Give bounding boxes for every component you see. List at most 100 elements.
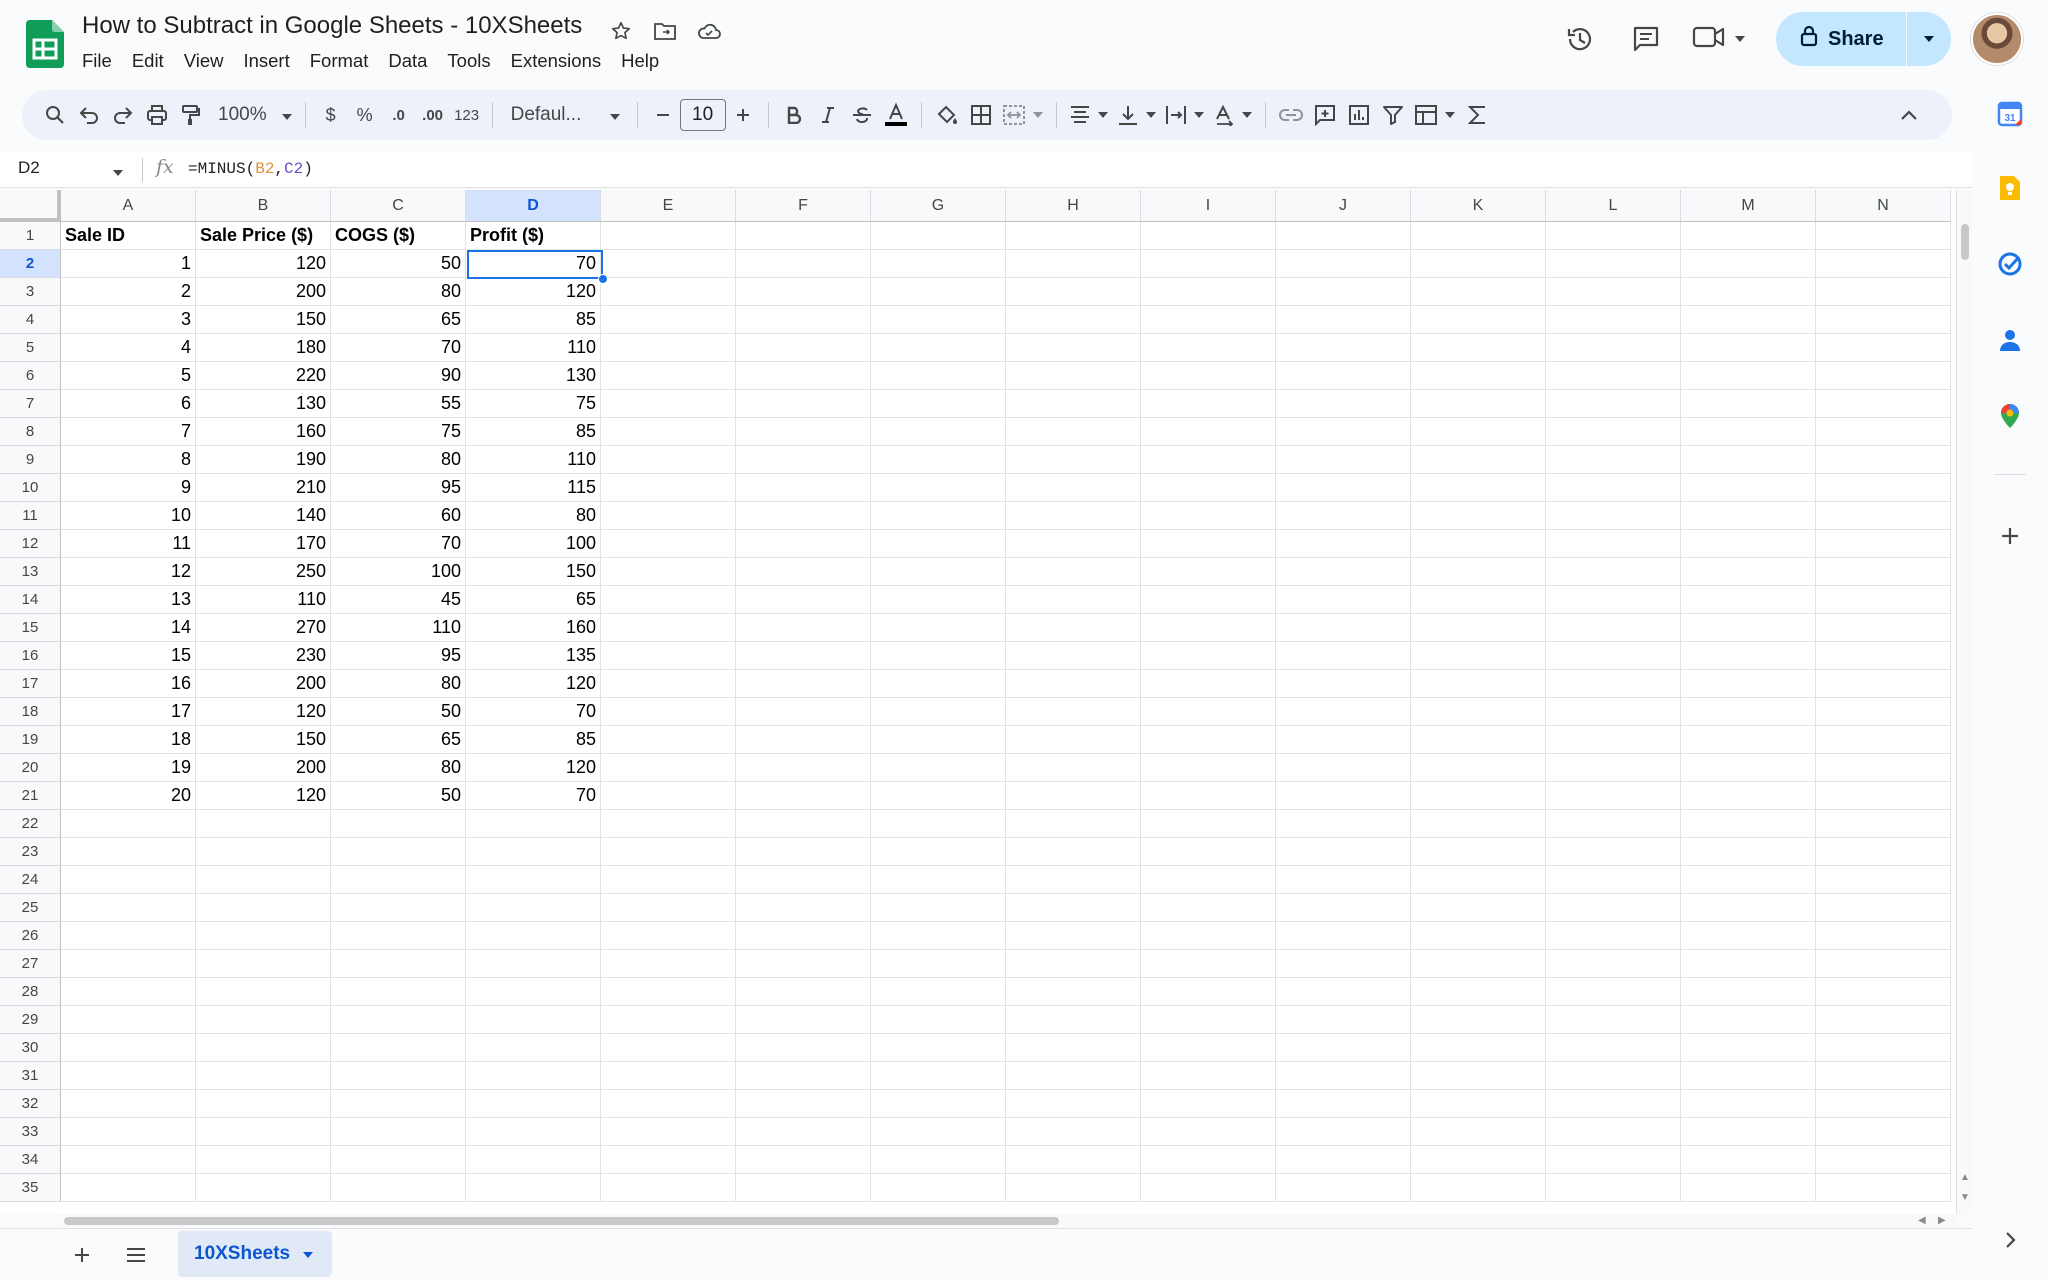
cell-j19[interactable]: [1276, 726, 1411, 754]
cell-a34[interactable]: [61, 1146, 196, 1174]
cell-g35[interactable]: [871, 1174, 1006, 1202]
cell-e18[interactable]: [601, 698, 736, 726]
row-header[interactable]: 3: [0, 278, 61, 306]
cell-g17[interactable]: [871, 670, 1006, 698]
cell-b30[interactable]: [196, 1034, 331, 1062]
tasks-icon[interactable]: [1994, 248, 2026, 280]
cell-i17[interactable]: [1141, 670, 1276, 698]
cell-f11[interactable]: [736, 502, 871, 530]
cell-k21[interactable]: [1411, 782, 1546, 810]
cell-l30[interactable]: [1546, 1034, 1681, 1062]
cell-j35[interactable]: [1276, 1174, 1411, 1202]
cell-k10[interactable]: [1411, 474, 1546, 502]
cell-n35[interactable]: [1816, 1174, 1951, 1202]
cell-h17[interactable]: [1006, 670, 1141, 698]
cell-l33[interactable]: [1546, 1118, 1681, 1146]
cell-a3[interactable]: 2: [61, 278, 196, 306]
cell-d10[interactable]: 115: [466, 474, 601, 502]
cell-l9[interactable]: [1546, 446, 1681, 474]
cell-h9[interactable]: [1006, 446, 1141, 474]
cell-d7[interactable]: 75: [466, 390, 601, 418]
cell-d24[interactable]: [466, 866, 601, 894]
font-size-input[interactable]: 10: [679, 99, 726, 131]
column-header-d[interactable]: D: [466, 190, 601, 222]
cell-m31[interactable]: [1681, 1062, 1816, 1090]
cell-f8[interactable]: [736, 418, 871, 446]
bold-icon[interactable]: [777, 95, 811, 135]
fill-handle[interactable]: [598, 274, 608, 284]
cell-n18[interactable]: [1816, 698, 1951, 726]
cell-b4[interactable]: 150: [196, 306, 331, 334]
cell-f12[interactable]: [736, 530, 871, 558]
cell-m17[interactable]: [1681, 670, 1816, 698]
avatar[interactable]: [1970, 13, 2023, 65]
cell-n19[interactable]: [1816, 726, 1951, 754]
cell-i29[interactable]: [1141, 1006, 1276, 1034]
cell-k4[interactable]: [1411, 306, 1546, 334]
cell-n27[interactable]: [1816, 950, 1951, 978]
cell-m23[interactable]: [1681, 838, 1816, 866]
cell-f21[interactable]: [736, 782, 871, 810]
cell-d4[interactable]: 85: [466, 306, 601, 334]
cell-e4[interactable]: [601, 306, 736, 334]
cell-n3[interactable]: [1816, 278, 1951, 306]
zoom-select[interactable]: 100%: [208, 95, 297, 135]
cell-n15[interactable]: [1816, 614, 1951, 642]
cell-c21[interactable]: 50: [331, 782, 466, 810]
cell-l29[interactable]: [1546, 1006, 1681, 1034]
cell-c25[interactable]: [331, 894, 466, 922]
increase-decimal-button[interactable]: .00: [416, 95, 450, 135]
cell-l35[interactable]: [1546, 1174, 1681, 1202]
row-header[interactable]: 30: [0, 1034, 61, 1062]
cell-d1[interactable]: Profit ($): [466, 222, 601, 250]
cell-k16[interactable]: [1411, 642, 1546, 670]
cell-j34[interactable]: [1276, 1146, 1411, 1174]
cell-j8[interactable]: [1276, 418, 1411, 446]
cell-m5[interactable]: [1681, 334, 1816, 362]
cell-k6[interactable]: [1411, 362, 1546, 390]
cell-g8[interactable]: [871, 418, 1006, 446]
cell-e7[interactable]: [601, 390, 736, 418]
cell-k1[interactable]: [1411, 222, 1546, 250]
cell-g23[interactable]: [871, 838, 1006, 866]
cell-e19[interactable]: [601, 726, 736, 754]
cell-c30[interactable]: [331, 1034, 466, 1062]
cell-i24[interactable]: [1141, 866, 1276, 894]
cell-n26[interactable]: [1816, 922, 1951, 950]
scroll-down-arrow-icon[interactable]: ▼: [1960, 1192, 1970, 1203]
cell-f29[interactable]: [736, 1006, 871, 1034]
cell-d23[interactable]: [466, 838, 601, 866]
star-icon[interactable]: [606, 16, 636, 46]
cell-g32[interactable]: [871, 1090, 1006, 1118]
cell-a7[interactable]: 6: [61, 390, 196, 418]
row-header[interactable]: 34: [0, 1146, 61, 1174]
cell-i28[interactable]: [1141, 978, 1276, 1006]
cell-m21[interactable]: [1681, 782, 1816, 810]
cell-b12[interactable]: 170: [196, 530, 331, 558]
more-formats-button[interactable]: 123: [450, 95, 484, 135]
cell-l31[interactable]: [1546, 1062, 1681, 1090]
increase-font-size-icon[interactable]: [726, 95, 760, 135]
cell-k15[interactable]: [1411, 614, 1546, 642]
cell-a15[interactable]: 14: [61, 614, 196, 642]
cell-a18[interactable]: 17: [61, 698, 196, 726]
cell-g29[interactable]: [871, 1006, 1006, 1034]
cell-e20[interactable]: [601, 754, 736, 782]
cell-k11[interactable]: [1411, 502, 1546, 530]
cell-l23[interactable]: [1546, 838, 1681, 866]
cell-b3[interactable]: 200: [196, 278, 331, 306]
cell-i6[interactable]: [1141, 362, 1276, 390]
cell-n2[interactable]: [1816, 250, 1951, 278]
cell-j33[interactable]: [1276, 1118, 1411, 1146]
cell-a30[interactable]: [61, 1034, 196, 1062]
cell-h22[interactable]: [1006, 810, 1141, 838]
cell-c4[interactable]: 65: [331, 306, 466, 334]
cell-n9[interactable]: [1816, 446, 1951, 474]
cell-h21[interactable]: [1006, 782, 1141, 810]
cell-e5[interactable]: [601, 334, 736, 362]
meet-button[interactable]: [1692, 24, 1746, 55]
cloud-saved-icon[interactable]: [694, 16, 724, 46]
cell-h33[interactable]: [1006, 1118, 1141, 1146]
cell-a9[interactable]: 8: [61, 446, 196, 474]
cell-i13[interactable]: [1141, 558, 1276, 586]
